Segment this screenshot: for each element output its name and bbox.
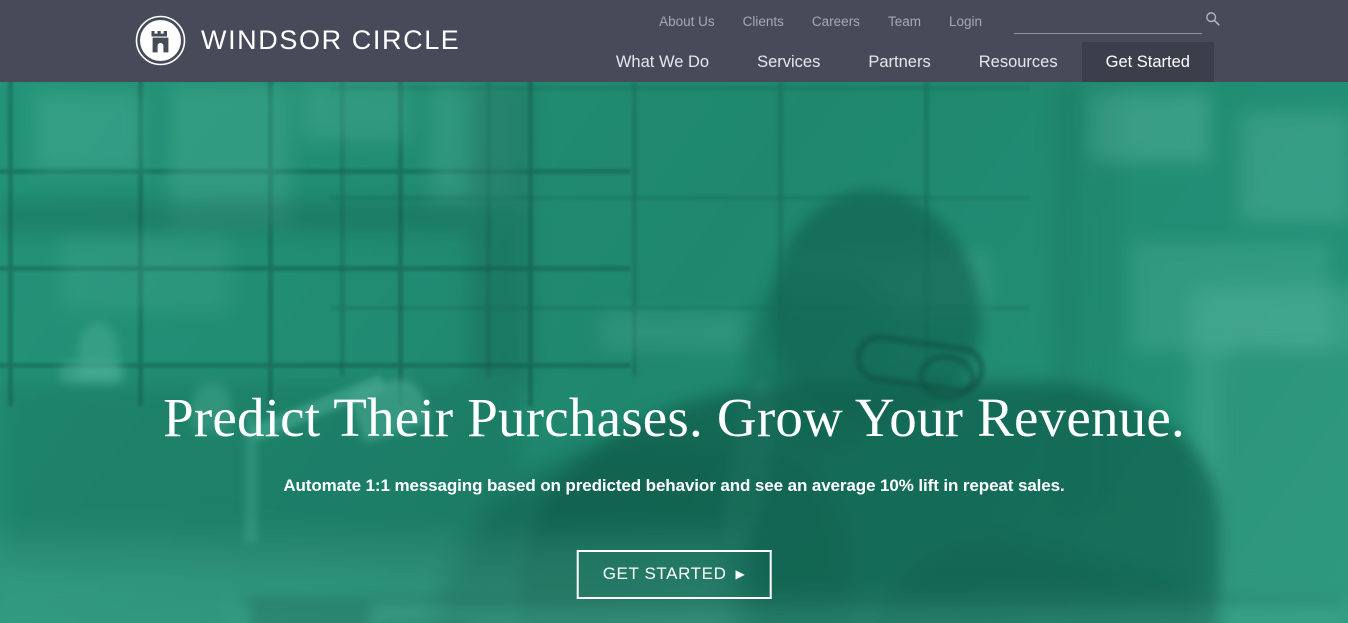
- utility-nav: About Us Clients Careers Team Login: [645, 10, 1220, 34]
- search-input[interactable]: [1014, 14, 1202, 34]
- utility-link-login[interactable]: Login: [935, 12, 996, 32]
- page-root: WINDSOR CIRCLE About Us Clients Careers …: [0, 0, 1348, 623]
- hero-banner: Predict Their Purchases. Grow Your Reven…: [0, 82, 1348, 623]
- utility-link-clients[interactable]: Clients: [729, 12, 798, 32]
- brand-logo-link[interactable]: WINDSOR CIRCLE: [134, 14, 460, 67]
- nav-link-services[interactable]: Services: [733, 42, 844, 82]
- nav-link-partners[interactable]: Partners: [844, 42, 954, 82]
- site-header: WINDSOR CIRCLE About Us Clients Careers …: [0, 0, 1348, 82]
- caret-right-icon: ▶: [735, 567, 746, 581]
- utility-link-careers[interactable]: Careers: [798, 12, 874, 32]
- search-box: [1014, 10, 1220, 34]
- hero-cta-label: GET STARTED: [602, 564, 727, 583]
- hero-get-started-button[interactable]: GET STARTED ▶: [576, 550, 772, 599]
- nav-link-get-started[interactable]: Get Started: [1081, 42, 1214, 82]
- nav-link-what-we-do[interactable]: What We Do: [592, 42, 733, 82]
- brand-name: WINDSOR CIRCLE: [201, 25, 461, 55]
- castle-tower-circle-icon: [134, 14, 187, 67]
- hero-content: Predict Their Purchases. Grow Your Reven…: [0, 82, 1348, 623]
- nav-link-resources[interactable]: Resources: [955, 42, 1082, 82]
- search-icon[interactable]: [1205, 11, 1220, 26]
- utility-link-about-us[interactable]: About Us: [645, 12, 729, 32]
- utility-link-team[interactable]: Team: [874, 12, 935, 32]
- hero-headline: Predict Their Purchases. Grow Your Reven…: [163, 387, 1185, 448]
- main-nav: What We Do Services Partners Resources G…: [592, 42, 1214, 82]
- hero-subheadline: Automate 1:1 messaging based on predicte…: [283, 476, 1065, 495]
